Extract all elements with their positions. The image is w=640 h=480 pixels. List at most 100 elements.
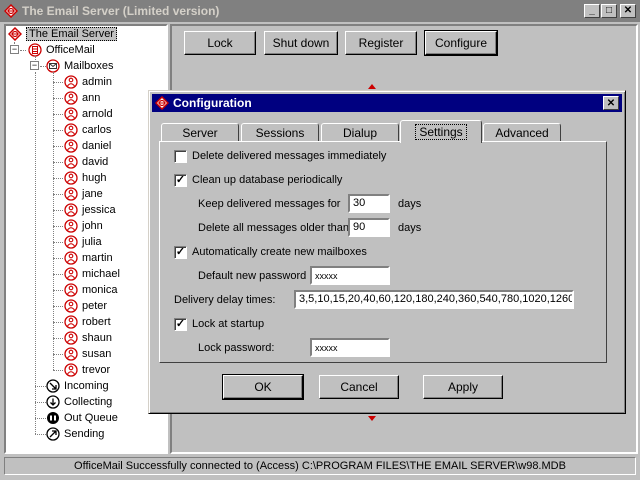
user-icon — [64, 283, 78, 297]
tree-node-user[interactable]: jessica — [64, 202, 116, 218]
configuration-dialog: Configuration ✕ Server Sessions Dialup S… — [148, 90, 626, 414]
tree-node-sending[interactable]: Sending — [46, 426, 104, 442]
user-label: daniel — [82, 140, 112, 152]
auto-create-checkbox[interactable]: ✓ — [174, 246, 187, 259]
user-label: susan — [82, 348, 112, 360]
tree-node-user[interactable]: daniel — [64, 138, 111, 154]
tree-node-user[interactable]: ann — [64, 90, 100, 106]
user-label: john — [82, 220, 103, 232]
tree-node-user[interactable]: susan — [64, 346, 111, 362]
tree-node-officemail[interactable]: OfficeMail — [28, 42, 95, 58]
tree-node-user[interactable]: carlos — [64, 122, 111, 138]
register-button[interactable]: Register — [345, 31, 417, 55]
tree-node-user[interactable]: jane — [64, 186, 103, 202]
default-password-label: Default new password — [198, 270, 307, 282]
dialog-titlebar[interactable]: Configuration ✕ — [152, 94, 622, 112]
keep-label: Keep delivered messages for — [198, 198, 341, 210]
tree-node-user[interactable]: john — [64, 218, 103, 234]
tree-node-root[interactable]: The Email Server — [8, 26, 117, 42]
tree-node-user[interactable]: david — [64, 154, 108, 170]
server-logo-icon — [8, 27, 22, 41]
apply-button[interactable]: Apply — [423, 375, 503, 399]
cleanup-checkbox[interactable]: ✓ — [174, 174, 187, 187]
minimize-button[interactable]: _ — [584, 4, 600, 18]
status-text: OfficeMail Successfully connected to (Ac… — [74, 460, 566, 472]
tab-sessions[interactable]: Sessions — [241, 123, 319, 142]
lock-password-label: Lock password: — [198, 342, 275, 354]
tree-node-user[interactable]: martin — [64, 250, 113, 266]
cleanup-label: Clean up database periodically — [192, 174, 343, 186]
sending-icon — [46, 427, 60, 441]
auto-create-label: Automatically create new mailboxes — [192, 246, 367, 258]
user-label: ann — [82, 92, 101, 104]
tree-node-user[interactable]: shaun — [64, 330, 112, 346]
tree-node-user[interactable]: julia — [64, 234, 102, 250]
collapse-officemail-icon[interactable]: − — [10, 45, 19, 54]
tree-node-user[interactable]: michael — [64, 266, 120, 282]
tab-server[interactable]: Server — [161, 123, 239, 142]
user-label: hugh — [82, 172, 107, 184]
lock-button[interactable]: Lock — [184, 31, 256, 55]
dialog-title: Configuration — [173, 96, 252, 110]
tree-node-mailboxes[interactable]: Mailboxes — [46, 58, 114, 74]
maximize-button[interactable]: □ — [601, 4, 617, 18]
ok-button[interactable]: OK — [222, 374, 304, 400]
delivery-delay-input[interactable]: 3,5,10,15,20,40,60,120,180,240,360,540,7… — [294, 290, 574, 309]
user-icon — [64, 123, 78, 137]
user-label: jane — [82, 188, 103, 200]
tab-advanced[interactable]: Advanced — [483, 123, 561, 142]
close-button[interactable]: ✕ — [620, 4, 636, 18]
delivery-delay-label: Delivery delay times: — [174, 294, 276, 306]
marker-top — [368, 84, 376, 89]
dialog-close-button[interactable]: ✕ — [603, 96, 619, 110]
download-icon — [46, 395, 60, 409]
user-icon — [64, 363, 78, 377]
user-label: monica — [82, 284, 118, 296]
shutdown-button[interactable]: Shut down — [264, 31, 338, 55]
tree-node-user[interactable]: arnold — [64, 106, 113, 122]
tree-node-user[interactable]: robert — [64, 314, 111, 330]
status-bar: OfficeMail Successfully connected to (Ac… — [4, 457, 636, 475]
user-icon — [64, 203, 78, 217]
user-label: julia — [82, 236, 102, 248]
delete-older-input[interactable]: 90 — [348, 218, 390, 237]
tree-node-collecting[interactable]: Collecting — [46, 394, 112, 410]
app-logo-icon — [4, 4, 18, 18]
tree-node-user[interactable]: admin — [64, 74, 112, 90]
tree-node-incoming[interactable]: Incoming — [46, 378, 109, 394]
delete-delivered-checkbox[interactable] — [174, 150, 187, 163]
user-icon — [64, 315, 78, 329]
tree-node-user[interactable]: trevor — [64, 362, 110, 378]
tree-node-outqueue[interactable]: Out Queue — [46, 410, 118, 426]
tab-settings[interactable]: Settings — [400, 120, 482, 143]
dialog-logo-icon — [155, 96, 169, 110]
queue-icon — [46, 411, 60, 425]
lock-startup-checkbox[interactable]: ✓ — [174, 318, 187, 331]
cancel-button[interactable]: Cancel — [319, 375, 399, 399]
user-label: peter — [82, 300, 108, 312]
envelope-icon — [46, 59, 60, 73]
tab-dialup[interactable]: Dialup — [321, 123, 399, 142]
collapse-mailboxes-icon[interactable]: − — [30, 61, 39, 70]
delete-older-unit: days — [398, 222, 422, 234]
window-title: The Email Server (Limited version) — [22, 4, 220, 18]
user-icon — [64, 347, 78, 361]
default-password-input[interactable]: xxxxx — [310, 266, 390, 285]
mailbox-tree[interactable]: The Email Server − OfficeMail − Mailboxe… — [4, 24, 168, 454]
tree-node-user[interactable]: monica — [64, 282, 117, 298]
user-label: robert — [82, 316, 111, 328]
tree-node-user[interactable]: peter — [64, 298, 107, 314]
tree-label-root: The Email Server — [26, 27, 117, 41]
delete-delivered-label: Delete delivered messages immediately — [192, 150, 387, 162]
user-label: shaun — [82, 332, 112, 344]
user-icon — [64, 187, 78, 201]
marker-bottom — [368, 416, 376, 421]
configure-button[interactable]: Configure — [424, 30, 498, 56]
lock-startup-label: Lock at startup — [192, 318, 265, 330]
tree-node-user[interactable]: hugh — [64, 170, 106, 186]
lock-password-input[interactable]: xxxxx — [310, 338, 390, 357]
keep-days-input[interactable]: 30 — [348, 194, 390, 213]
user-icon — [64, 171, 78, 185]
user-icon — [64, 155, 78, 169]
window-titlebar[interactable]: The Email Server (Limited version) _ □ ✕ — [0, 0, 640, 22]
